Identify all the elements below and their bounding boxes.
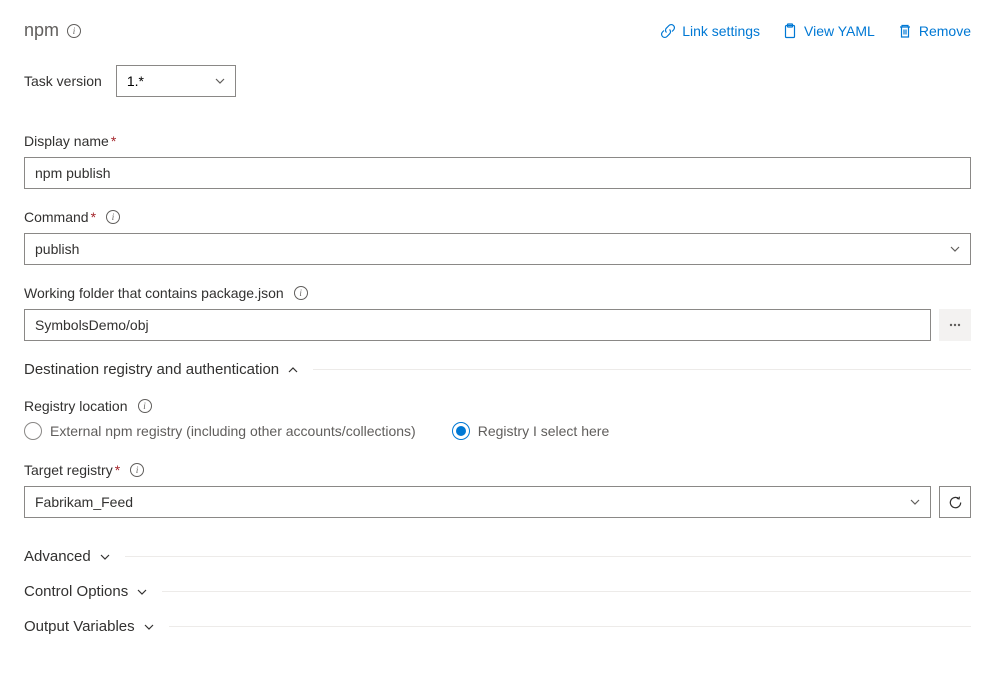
- browse-button[interactable]: [939, 309, 971, 341]
- divider: [162, 591, 971, 592]
- command-select[interactable]: publish: [24, 233, 971, 265]
- target-registry-field: Target registry* i Fabrikam_Feed: [24, 462, 971, 518]
- command-label: Command*: [24, 209, 96, 225]
- clipboard-icon: [782, 23, 798, 39]
- section-label: Output Variables: [24, 618, 135, 635]
- task-version-label: Task version: [24, 73, 102, 89]
- link-settings-button[interactable]: Link settings: [660, 23, 760, 39]
- section-destination-auth[interactable]: Destination registry and authentication: [24, 361, 971, 378]
- chevron-up-icon: [287, 364, 299, 376]
- registry-location-field: Registry location i External npm registr…: [24, 398, 971, 440]
- task-version-select[interactable]: 1.*: [116, 65, 236, 97]
- radio-external-registry[interactable]: External npm registry (including other a…: [24, 422, 416, 440]
- command-field: Command* i publish: [24, 209, 971, 265]
- refresh-icon: [948, 495, 963, 510]
- view-yaml-button[interactable]: View YAML: [782, 23, 875, 39]
- info-icon[interactable]: i: [294, 286, 308, 300]
- divider: [169, 626, 971, 627]
- working-folder-input[interactable]: [24, 309, 931, 341]
- radio-label: Registry I select here: [478, 423, 610, 439]
- divider: [125, 556, 971, 557]
- task-version-row: Task version 1.*: [24, 65, 971, 97]
- section-label: Control Options: [24, 583, 128, 600]
- required-asterisk: *: [115, 462, 120, 478]
- task-title: npm: [24, 20, 59, 41]
- task-header: npm i Link settings View YAML Remove: [24, 20, 971, 41]
- ellipsis-icon: [947, 317, 963, 333]
- radio-label: External npm registry (including other a…: [50, 423, 416, 439]
- chevron-down-icon: [143, 621, 155, 633]
- info-icon[interactable]: i: [130, 463, 144, 477]
- display-name-input[interactable]: [24, 157, 971, 189]
- section-control-options[interactable]: Control Options: [24, 583, 971, 600]
- target-registry-select[interactable]: Fabrikam_Feed: [24, 486, 931, 518]
- registry-location-label: Registry location: [24, 398, 128, 414]
- section-label: Destination registry and authentication: [24, 361, 279, 378]
- chevron-down-icon: [99, 551, 111, 563]
- view-yaml-label: View YAML: [804, 23, 875, 39]
- radio-select-here[interactable]: Registry I select here: [452, 422, 610, 440]
- display-name-field: Display name*: [24, 133, 971, 189]
- working-folder-label: Working folder that contains package.jso…: [24, 285, 284, 301]
- working-folder-field: Working folder that contains package.jso…: [24, 285, 971, 341]
- display-name-label: Display name*: [24, 133, 116, 149]
- section-output-variables[interactable]: Output Variables: [24, 618, 971, 635]
- trash-icon: [897, 23, 913, 39]
- section-label: Advanced: [24, 548, 91, 565]
- info-icon[interactable]: i: [67, 24, 81, 38]
- required-asterisk: *: [111, 133, 116, 149]
- link-icon: [660, 23, 676, 39]
- section-advanced[interactable]: Advanced: [24, 548, 971, 565]
- link-settings-label: Link settings: [682, 23, 760, 39]
- title-group: npm i: [24, 20, 81, 41]
- remove-label: Remove: [919, 23, 971, 39]
- header-links: Link settings View YAML Remove: [660, 23, 971, 39]
- radio-checked-icon: [452, 422, 470, 440]
- radio-unchecked-icon: [24, 422, 42, 440]
- remove-button[interactable]: Remove: [897, 23, 971, 39]
- divider: [313, 369, 971, 370]
- info-icon[interactable]: i: [106, 210, 120, 224]
- info-icon[interactable]: i: [138, 399, 152, 413]
- required-asterisk: *: [91, 209, 96, 225]
- chevron-down-icon: [136, 586, 148, 598]
- target-registry-label: Target registry*: [24, 462, 120, 478]
- refresh-button[interactable]: [939, 486, 971, 518]
